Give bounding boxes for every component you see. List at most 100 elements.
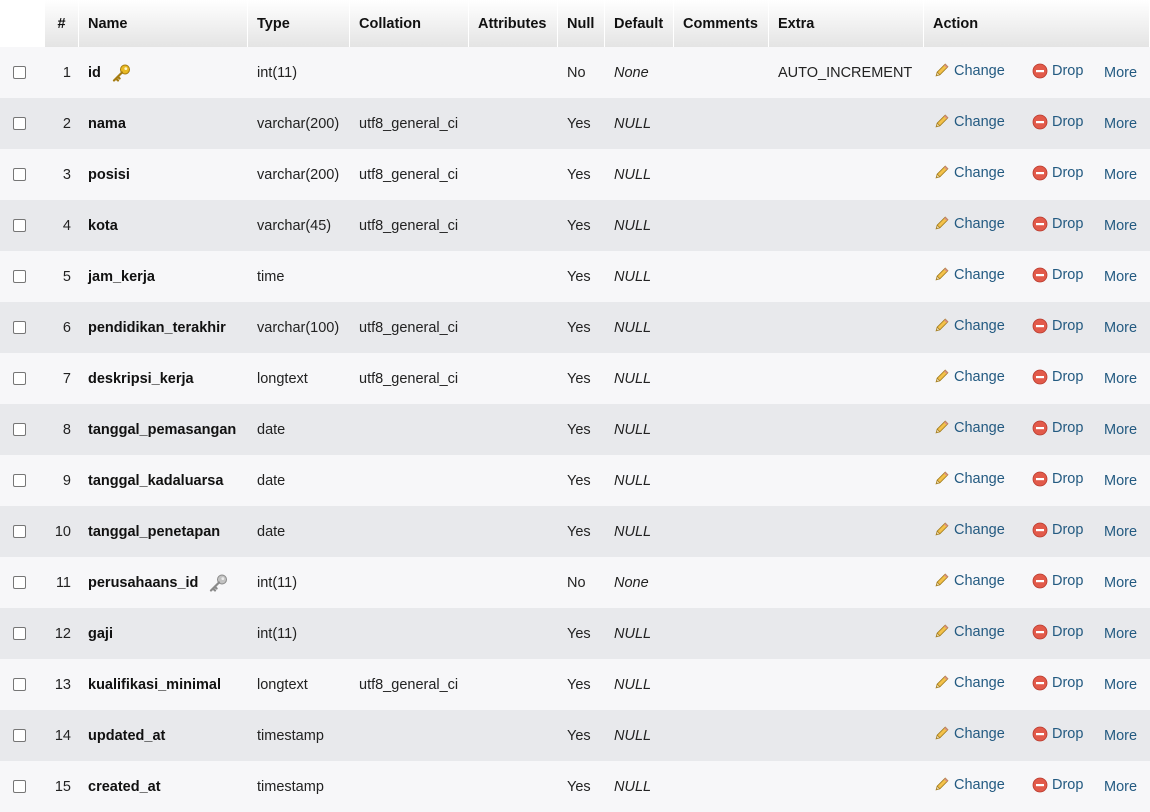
column-name-cell: posisi	[79, 149, 248, 200]
row-checkbox[interactable]	[13, 372, 26, 386]
header-type[interactable]: Type	[248, 0, 350, 47]
header-extra[interactable]: Extra	[769, 0, 924, 47]
more-button[interactable]: More	[1104, 167, 1137, 183]
more-cell: More	[1095, 506, 1150, 557]
row-checkbox[interactable]	[13, 117, 26, 131]
column-name-cell: created_at	[79, 761, 248, 812]
column-attributes	[469, 353, 558, 404]
row-checkbox[interactable]	[13, 423, 26, 437]
header-null[interactable]: Null	[558, 0, 605, 47]
drop-cell: Drop	[1023, 353, 1095, 404]
table-row: 15 created_at timestamp Yes NULL Change	[0, 761, 1150, 812]
more-button[interactable]: More	[1104, 320, 1137, 336]
column-name-cell: kota	[79, 200, 248, 251]
more-button[interactable]: More	[1104, 677, 1137, 693]
column-name: perusahaans_id	[88, 574, 199, 591]
header-num[interactable]: #	[45, 0, 79, 47]
drop-button[interactable]: Drop	[1032, 522, 1083, 538]
drop-button[interactable]: Drop	[1032, 420, 1083, 436]
change-button[interactable]: Change	[933, 674, 1005, 691]
row-checkbox[interactable]	[13, 321, 26, 335]
column-default: NULL	[605, 761, 674, 812]
row-checkbox[interactable]	[13, 576, 26, 590]
change-button[interactable]: Change	[933, 317, 1005, 334]
header-attributes[interactable]: Attributes	[469, 0, 558, 47]
change-button[interactable]: Change	[933, 215, 1005, 232]
pencil-icon	[935, 420, 949, 434]
drop-button[interactable]: Drop	[1032, 777, 1083, 793]
drop-button[interactable]: Drop	[1032, 318, 1083, 334]
more-button[interactable]: More	[1104, 473, 1137, 489]
row-checkbox[interactable]	[13, 168, 26, 182]
more-button[interactable]: More	[1104, 626, 1137, 642]
drop-button[interactable]: Drop	[1032, 624, 1083, 640]
more-button[interactable]: More	[1104, 371, 1137, 387]
row-checkbox[interactable]	[13, 219, 26, 233]
primary-key-icon	[112, 64, 130, 82]
change-button[interactable]: Change	[933, 419, 1005, 436]
change-button[interactable]: Change	[933, 572, 1005, 589]
row-checkbox[interactable]	[13, 66, 26, 80]
drop-cell: Drop	[1023, 47, 1095, 98]
more-button[interactable]: More	[1104, 575, 1137, 591]
drop-button[interactable]: Drop	[1032, 216, 1083, 232]
more-button[interactable]: More	[1104, 524, 1137, 540]
column-attributes	[469, 557, 558, 608]
change-button[interactable]: Change	[933, 725, 1005, 742]
row-checkbox[interactable]	[13, 270, 26, 284]
header-collation[interactable]: Collation	[350, 0, 469, 47]
column-default: NULL	[605, 404, 674, 455]
drop-label: Drop	[1052, 317, 1084, 334]
change-button[interactable]: Change	[933, 164, 1005, 181]
more-button[interactable]: More	[1104, 65, 1137, 81]
drop-button[interactable]: Drop	[1032, 165, 1083, 181]
column-null: Yes	[558, 455, 605, 506]
table-row: 9 tanggal_kadaluarsa date Yes NULL Chang…	[0, 455, 1150, 506]
drop-button[interactable]: Drop	[1032, 726, 1083, 742]
change-button[interactable]: Change	[933, 62, 1005, 79]
row-checkbox[interactable]	[13, 525, 26, 539]
table-row: 4 kota varchar(45) utf8_general_ci Yes N…	[0, 200, 1150, 251]
change-cell: Change	[924, 557, 1023, 608]
more-button[interactable]: More	[1104, 422, 1137, 438]
row-checkbox[interactable]	[13, 474, 26, 488]
change-button[interactable]: Change	[933, 521, 1005, 538]
change-button[interactable]: Change	[933, 368, 1005, 385]
more-button[interactable]: More	[1104, 728, 1137, 744]
row-number: 8	[45, 404, 79, 455]
drop-button[interactable]: Drop	[1032, 573, 1083, 589]
drop-button[interactable]: Drop	[1032, 471, 1083, 487]
more-button[interactable]: More	[1104, 779, 1137, 795]
change-button[interactable]: Change	[933, 266, 1005, 283]
change-button[interactable]: Change	[933, 470, 1005, 487]
drop-button[interactable]: Drop	[1032, 63, 1083, 79]
table-row: 10 tanggal_penetapan date Yes NULL Chang…	[0, 506, 1150, 557]
drop-button[interactable]: Drop	[1032, 675, 1083, 691]
pencil-icon	[935, 369, 949, 383]
drop-button[interactable]: Drop	[1032, 114, 1083, 130]
row-checkbox[interactable]	[13, 678, 26, 692]
more-button[interactable]: More	[1104, 269, 1137, 285]
column-name-cell: pendidikan_terakhir	[79, 302, 248, 353]
change-button[interactable]: Change	[933, 113, 1005, 130]
change-button[interactable]: Change	[933, 776, 1005, 793]
column-type: int(11)	[248, 608, 350, 659]
more-button[interactable]: More	[1104, 218, 1137, 234]
pencil-icon	[935, 675, 949, 689]
header-comments[interactable]: Comments	[674, 0, 769, 47]
row-checkbox[interactable]	[13, 729, 26, 743]
drop-button[interactable]: Drop	[1032, 369, 1083, 385]
header-name[interactable]: Name	[79, 0, 248, 47]
drop-label: Drop	[1052, 419, 1084, 436]
column-default: None	[605, 47, 674, 98]
row-select-cell	[0, 659, 45, 710]
drop-button[interactable]: Drop	[1032, 267, 1083, 283]
row-checkbox[interactable]	[13, 780, 26, 794]
row-select-cell	[0, 302, 45, 353]
row-checkbox[interactable]	[13, 627, 26, 641]
more-button[interactable]: More	[1104, 116, 1137, 132]
change-button[interactable]: Change	[933, 623, 1005, 640]
column-collation	[350, 557, 469, 608]
header-default[interactable]: Default	[605, 0, 674, 47]
column-name-cell: tanggal_penetapan	[79, 506, 248, 557]
